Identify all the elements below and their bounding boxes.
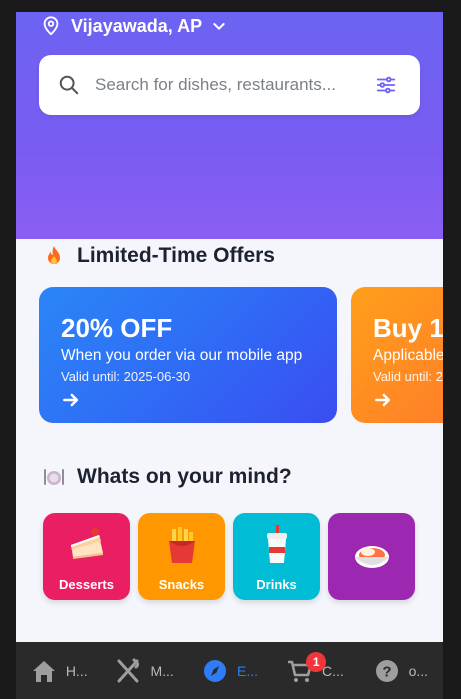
nav-label: o... (408, 662, 429, 679)
map-pin-icon (43, 16, 59, 36)
offer-card[interactable]: 20% OFF When you order via our mobile ap… (39, 287, 337, 423)
offers-carousel[interactable]: 20% OFF When you order via our mobile ap… (39, 287, 443, 423)
offer-description: Applicable (373, 347, 443, 364)
categories-row: Desserts Snacks Drinks (43, 513, 443, 601)
bottom-navigation: H... M... E... 1 C... ? o... (16, 642, 443, 699)
chevron-down-icon (213, 23, 225, 30)
category-drinks[interactable]: Drinks (233, 513, 320, 600)
offer-card[interactable]: Buy 1 Applicable Valid until: 2 (351, 287, 443, 423)
offers-section-title: Limited-Time Offers (42, 244, 275, 268)
location-selector[interactable]: Vijayawada, AP (40, 12, 227, 40)
categories-section-title: Whats on your mind? (42, 465, 292, 489)
offer-headline: Buy 1 (373, 313, 443, 343)
category-desserts[interactable]: Desserts (43, 513, 130, 600)
nav-item-menu[interactable]: M... (101, 642, 186, 699)
hero-header: Vijayawada, AP (16, 12, 443, 239)
offer-headline: 20% OFF (61, 313, 173, 343)
arrow-right-icon[interactable] (61, 390, 81, 410)
nav-label: H... (65, 662, 88, 679)
soda-cup-icon (267, 525, 287, 563)
fries-icon (169, 527, 195, 563)
curry-bowl-icon (355, 546, 389, 568)
search-input[interactable] (95, 75, 355, 95)
offer-valid-date: Valid until: 2025-06-30 (61, 369, 191, 384)
category-label: Desserts (59, 577, 114, 592)
home-icon (32, 660, 55, 682)
compass-icon (204, 659, 226, 682)
nav-item-home[interactable]: H... (16, 642, 101, 699)
categories-title: Whats on your mind? (77, 465, 292, 488)
nav-label: M... (150, 662, 174, 679)
nav-item-help[interactable]: ? o... (358, 642, 443, 699)
nav-label: E... (237, 662, 259, 679)
category-snacks[interactable]: Snacks (138, 513, 225, 600)
offers-title: Limited-Time Offers (77, 244, 275, 267)
search-icon (59, 75, 79, 95)
location-label: Vijayawada, AP (71, 15, 203, 36)
offer-description: When you order via our mobile app (61, 347, 303, 364)
utensils-icon (117, 658, 140, 682)
offer-valid-date: Valid until: 2 (373, 369, 443, 384)
category-curry[interactable] (328, 513, 415, 600)
arrow-right-icon[interactable] (373, 390, 393, 410)
svg-text:?: ? (382, 663, 391, 680)
plate-cutlery-icon (44, 469, 64, 485)
category-label: Snacks (158, 577, 205, 592)
cake-icon (71, 528, 103, 559)
screen: Vijayawada, AP Limited-Time Offers 20% O… (16, 12, 443, 642)
nav-item-cart[interactable]: 1 C... (272, 642, 357, 699)
help-circle-icon: ? (375, 659, 398, 682)
search-bar (39, 55, 420, 115)
app-frame: Vijayawada, AP Limited-Time Offers 20% O… (0, 0, 461, 699)
nav-item-explore[interactable]: E... (187, 642, 272, 699)
category-label: Drinks (256, 577, 297, 592)
sliders-icon[interactable] (375, 74, 397, 96)
fire-icon (48, 246, 60, 264)
